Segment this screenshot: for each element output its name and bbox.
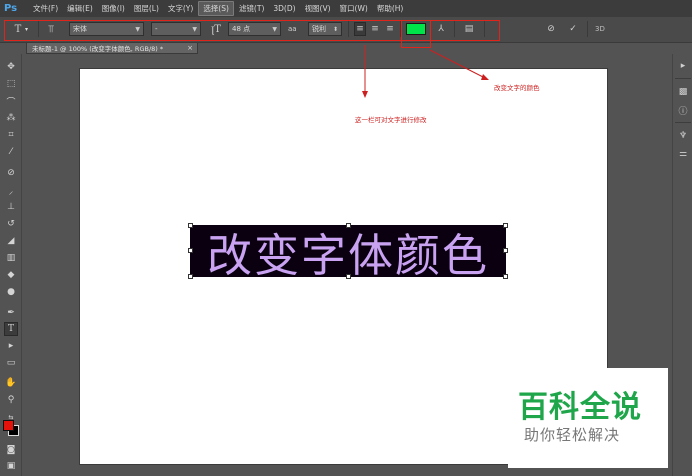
menu-file[interactable]: 文件(F): [29, 2, 62, 15]
font-family-dropdown[interactable]: 宋体 ▼: [69, 22, 144, 36]
document-tab[interactable]: 未标题-1 @ 100% (改变字体颜色, RGB/8) * ×: [26, 42, 198, 54]
tools-panel: ✥ ⬚ ⌒ ⁂ ⌗ ⁄ ⊘ ⸝ ⊥ ↺ ◢ ▥ ◆ ● ✒ T ▸ ▭ ✋ ⚲ …: [0, 54, 22, 476]
crop-tool-icon[interactable]: ⌗: [4, 128, 18, 142]
chevron-down-icon: ⬍: [332, 25, 338, 33]
font-size-dropdown[interactable]: 48 点 ▼: [228, 22, 281, 36]
warp-text-icon[interactable]: ⅄: [435, 22, 447, 36]
tool-preset-caret-icon[interactable]: ▾: [25, 22, 28, 36]
close-icon[interactable]: ×: [187, 44, 193, 52]
shape-tool-icon[interactable]: ▭: [4, 356, 18, 370]
info-panel-icon[interactable]: ⓘ: [677, 104, 689, 117]
pen-tool-icon[interactable]: ✒: [4, 306, 18, 320]
text-orientation-icon[interactable]: ⫪: [45, 22, 57, 36]
photoshop-logo-icon: Ps: [3, 3, 18, 14]
watermark: 百科全说 助你轻松解决: [508, 368, 668, 468]
type-tool-icon[interactable]: T: [4, 322, 18, 336]
transform-handle[interactable]: [346, 223, 351, 228]
eraser-tool-icon[interactable]: ◢: [4, 234, 18, 248]
chevron-down-icon: ▼: [272, 25, 277, 33]
font-size-value: 48 点: [232, 25, 251, 33]
annotation-bar-note: 这一栏可对文字进行修改: [355, 116, 427, 124]
blur-tool-icon[interactable]: ◆: [4, 268, 18, 282]
photoshop-window: Ps 文件(F) 编辑(E) 图像(I) 图层(L) 文字(Y) 选择(S) 滤…: [0, 0, 692, 476]
chevron-down-icon: ▼: [135, 25, 140, 33]
dodge-tool-icon[interactable]: ●: [4, 285, 18, 299]
menu-window[interactable]: 窗口(W): [336, 2, 372, 15]
brush-presets-panel-icon[interactable]: ♆: [677, 130, 689, 142]
adjustments-panel-icon[interactable]: ⚌: [677, 148, 689, 160]
transform-handle[interactable]: [503, 248, 508, 253]
menu-bar: Ps 文件(F) 编辑(E) 图像(I) 图层(L) 文字(Y) 选择(S) 滤…: [0, 0, 692, 17]
eyedropper-tool-icon[interactable]: ⁄: [4, 145, 18, 159]
brush-tool-icon[interactable]: ⸝: [4, 183, 18, 197]
align-left-icon[interactable]: ≡: [354, 22, 366, 36]
align-right-icon[interactable]: ≡: [384, 22, 396, 36]
chevron-down-icon: ▼: [192, 25, 197, 33]
menu-view[interactable]: 视图(V): [301, 2, 335, 15]
healing-brush-tool-icon[interactable]: ⊘: [4, 166, 18, 180]
screen-mode-icon[interactable]: ▣: [4, 459, 18, 473]
transform-handle[interactable]: [188, 223, 193, 228]
magic-wand-tool-icon[interactable]: ⁂: [4, 111, 18, 125]
3d-button[interactable]: 3D: [595, 22, 605, 36]
hand-tool-icon[interactable]: ✋: [4, 376, 18, 390]
annotation-color-note: 改变文字的颜色: [494, 84, 540, 92]
zoom-tool-icon[interactable]: ⚲: [4, 393, 18, 407]
text-layer-selection[interactable]: 改变字体颜色: [190, 225, 506, 282]
transform-handle[interactable]: [503, 223, 508, 228]
font-family-value: 宋体: [73, 25, 87, 33]
transform-handle[interactable]: [503, 274, 508, 279]
history-panel-icon[interactable]: ▸: [677, 60, 689, 72]
lasso-tool-icon[interactable]: ⌒: [4, 94, 18, 108]
options-bar: T ▾ ⫪ 宋体 ▼ - ▼ ꞁT 48 点 ▼ aa 锐利 ⬍ ≡ ≡ ≡ ⅄: [0, 17, 692, 43]
font-style-dropdown[interactable]: - ▼: [151, 22, 201, 36]
path-selection-tool-icon[interactable]: ▸: [4, 339, 18, 353]
menu-edit[interactable]: 编辑(E): [63, 2, 97, 15]
menu-select[interactable]: 选择(S): [198, 1, 234, 16]
align-center-icon[interactable]: ≡: [369, 22, 381, 36]
watermark-subtitle: 助你轻松解决: [524, 426, 621, 444]
clone-stamp-tool-icon[interactable]: ⊥: [4, 200, 18, 214]
type-tool-preset-icon[interactable]: T: [12, 22, 24, 36]
move-tool-icon[interactable]: ✥: [4, 60, 18, 74]
menu-help[interactable]: 帮助(H): [373, 2, 408, 15]
antialias-value: 锐利: [312, 25, 326, 33]
history-brush-tool-icon[interactable]: ↺: [4, 217, 18, 231]
color-swatch-highlight-frame: [401, 20, 431, 48]
font-size-icon: ꞁT: [211, 23, 221, 35]
cancel-icon[interactable]: ⊘: [545, 22, 557, 36]
font-style-value: -: [155, 25, 158, 33]
marquee-tool-icon[interactable]: ⬚: [4, 77, 18, 91]
foreground-color-swatch[interactable]: [3, 420, 14, 431]
gradient-tool-icon[interactable]: ▥: [4, 251, 18, 265]
navigator-panel-icon[interactable]: ▩: [677, 86, 689, 98]
panel-dock: ▸ ▩ ⓘ ♆ ⚌: [672, 54, 692, 476]
transform-handle[interactable]: [346, 274, 351, 279]
transform-handle[interactable]: [188, 248, 193, 253]
menu-type[interactable]: 文字(Y): [164, 2, 197, 15]
menu-3d[interactable]: 3D(D): [269, 3, 299, 14]
antialias-icon: aa: [288, 25, 297, 33]
transform-handle[interactable]: [188, 274, 193, 279]
document-tab-title: 未标题-1 @ 100% (改变字体颜色, RGB/8) *: [32, 45, 164, 53]
menu-image[interactable]: 图像(I): [98, 2, 129, 15]
commit-icon[interactable]: ✓: [567, 22, 579, 36]
character-panel-icon[interactable]: ▤: [463, 22, 475, 36]
watermark-title: 百科全说: [518, 390, 642, 425]
menu-layer[interactable]: 图层(L): [130, 2, 163, 15]
quick-mask-icon[interactable]: ◙: [4, 443, 18, 457]
antialias-dropdown[interactable]: 锐利 ⬍: [308, 22, 342, 36]
menu-filter[interactable]: 滤镜(T): [235, 2, 268, 15]
